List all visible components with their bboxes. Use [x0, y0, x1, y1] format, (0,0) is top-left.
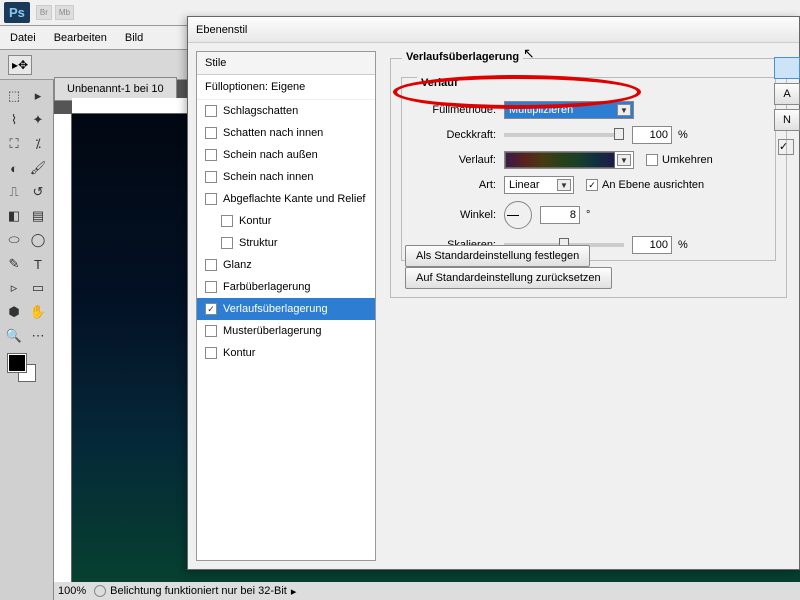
status-bar: 100% Belichtung funktioniert nur bei 32-… — [54, 582, 800, 600]
lasso-tool[interactable]: ⌇ — [2, 108, 26, 132]
cursor-icon: ↖ — [523, 45, 535, 62]
ps-logo: Ps — [4, 2, 30, 23]
hand-tool[interactable]: ✋ — [26, 300, 50, 324]
ruler-vertical — [54, 114, 72, 582]
fill-options[interactable]: Fülloptionen: Eigene — [197, 75, 375, 100]
status-arrow-icon[interactable]: ▸ — [291, 585, 297, 598]
move-tool[interactable]: ▸ — [26, 84, 50, 108]
dialog-title: Ebenenstil — [188, 17, 799, 43]
style-satin[interactable]: Glanz — [197, 254, 375, 276]
side-button-a[interactable]: A — [774, 83, 800, 105]
style-bevel-contour[interactable]: Kontur — [197, 210, 375, 232]
styles-header[interactable]: Stile — [197, 52, 375, 75]
gradient-style-select[interactable]: Linear▼ — [504, 176, 574, 194]
opacity-label: Deckkraft: — [410, 129, 496, 141]
brush-tool[interactable]: 🖌 — [26, 156, 50, 180]
crop-tool[interactable]: ⛶ — [2, 132, 26, 156]
style-pattern-overlay[interactable]: Musterüberlagerung — [197, 320, 375, 342]
align-checkbox[interactable]: ✓ — [586, 179, 598, 191]
stamp-tool[interactable]: ⎍ — [2, 180, 26, 204]
zoom-tool[interactable]: 🔍 — [2, 324, 26, 348]
style-drop-shadow[interactable]: Schlagschatten — [197, 100, 375, 122]
warning-icon — [94, 585, 106, 597]
minibridge-icon[interactable]: Mb — [55, 5, 74, 20]
align-label: An Ebene ausrichten — [602, 179, 704, 191]
menu-image[interactable]: Bild — [125, 32, 143, 44]
extra-tool[interactable]: ⋯ — [26, 324, 50, 348]
dialog-side-buttons: A N ✓ — [774, 57, 800, 155]
style-inner-shadow[interactable]: Schatten nach innen — [197, 122, 375, 144]
reverse-label: Umkehren — [662, 154, 713, 166]
eraser-tool[interactable]: ◧ — [2, 204, 26, 228]
type-tool[interactable]: T — [26, 252, 50, 276]
layer-style-dialog: Ebenenstil Stile Fülloptionen: Eigene Sc… — [187, 16, 800, 570]
shape-tool[interactable]: ▭ — [26, 276, 50, 300]
history-brush-tool[interactable]: ↺ — [26, 180, 50, 204]
subgroup-title: Verlauf — [417, 77, 462, 89]
reverse-checkbox[interactable] — [646, 154, 658, 166]
angle-unit: ° — [586, 209, 590, 221]
wand-tool[interactable]: ✦ — [26, 108, 50, 132]
angle-dial[interactable] — [504, 201, 532, 229]
tools-panel: ⬚▸ ⌇✦ ⛶⁒ ◐🖌 ⎍↺ ◧▤ ⬭◯ ✎T ▹▭ ⬢✋ 🔍⋯ — [0, 80, 54, 600]
opacity-slider[interactable] — [504, 133, 624, 137]
side-button-n[interactable]: N — [774, 109, 800, 131]
blend-mode-select[interactable]: Multiplizieren▼ — [504, 101, 634, 119]
pen-tool[interactable]: ✎ — [2, 252, 26, 276]
eyedropper-tool[interactable]: ⁒ — [26, 132, 50, 156]
3d-tool[interactable]: ⬢ — [2, 300, 26, 324]
zoom-level[interactable]: 100% — [58, 585, 86, 597]
set-default-button[interactable]: Als Standardeinstellung festlegen — [405, 245, 590, 267]
chevron-down-icon: ▼ — [617, 104, 631, 116]
style-gradient-overlay[interactable]: ✓Verlaufsüberlagerung — [197, 298, 375, 320]
reset-default-button[interactable]: Auf Standardeinstellung zurücksetzen — [405, 267, 612, 289]
angle-label: Winkel: — [410, 209, 496, 221]
angle-value[interactable]: 8 — [540, 206, 580, 224]
preview-checkbox[interactable]: ✓ — [778, 139, 794, 155]
chevron-down-icon: ▼ — [617, 154, 631, 166]
style-color-overlay[interactable]: Farbüberlagerung — [197, 276, 375, 298]
settings-panel: Verlaufsüberlagerung Verlauf ↖ Füllmetho… — [386, 51, 791, 561]
opacity-value[interactable]: 100 — [632, 126, 672, 144]
heal-tool[interactable]: ◐ — [2, 156, 26, 180]
gradient-tool[interactable]: ▤ — [26, 204, 50, 228]
style-label: Art: — [410, 179, 496, 191]
move-tool-icon[interactable]: ▸✥ — [8, 55, 32, 75]
menu-edit[interactable]: Bearbeiten — [54, 32, 107, 44]
gradient-picker[interactable]: ▼ — [504, 151, 634, 169]
bridge-icon[interactable]: Br — [36, 5, 52, 20]
styles-list: Stile Fülloptionen: Eigene Schlagschatte… — [196, 51, 376, 561]
chevron-down-icon: ▼ — [557, 179, 571, 191]
opacity-unit: % — [678, 129, 688, 141]
menu-file[interactable]: Datei — [10, 32, 36, 44]
ok-button-edge[interactable] — [774, 57, 800, 79]
dodge-tool[interactable]: ◯ — [26, 228, 50, 252]
color-swatch[interactable] — [2, 354, 51, 384]
group-title: Verlaufsüberlagerung — [402, 51, 523, 63]
style-bevel-texture[interactable]: Struktur — [197, 232, 375, 254]
status-message: Belichtung funktioniert nur bei 32-Bit — [110, 585, 287, 597]
rect-select-tool[interactable]: ⬚ — [2, 84, 26, 108]
blend-label: Füllmethode: — [410, 104, 496, 116]
style-stroke[interactable]: Kontur — [197, 342, 375, 364]
style-inner-glow[interactable]: Schein nach innen — [197, 166, 375, 188]
style-outer-glow[interactable]: Schein nach außen — [197, 144, 375, 166]
gradient-preview — [505, 152, 615, 168]
gradient-label: Verlauf: — [410, 154, 496, 166]
path-tool[interactable]: ▹ — [2, 276, 26, 300]
blur-tool[interactable]: ⬭ — [2, 228, 26, 252]
style-bevel[interactable]: Abgeflachte Kante und Relief — [197, 188, 375, 210]
